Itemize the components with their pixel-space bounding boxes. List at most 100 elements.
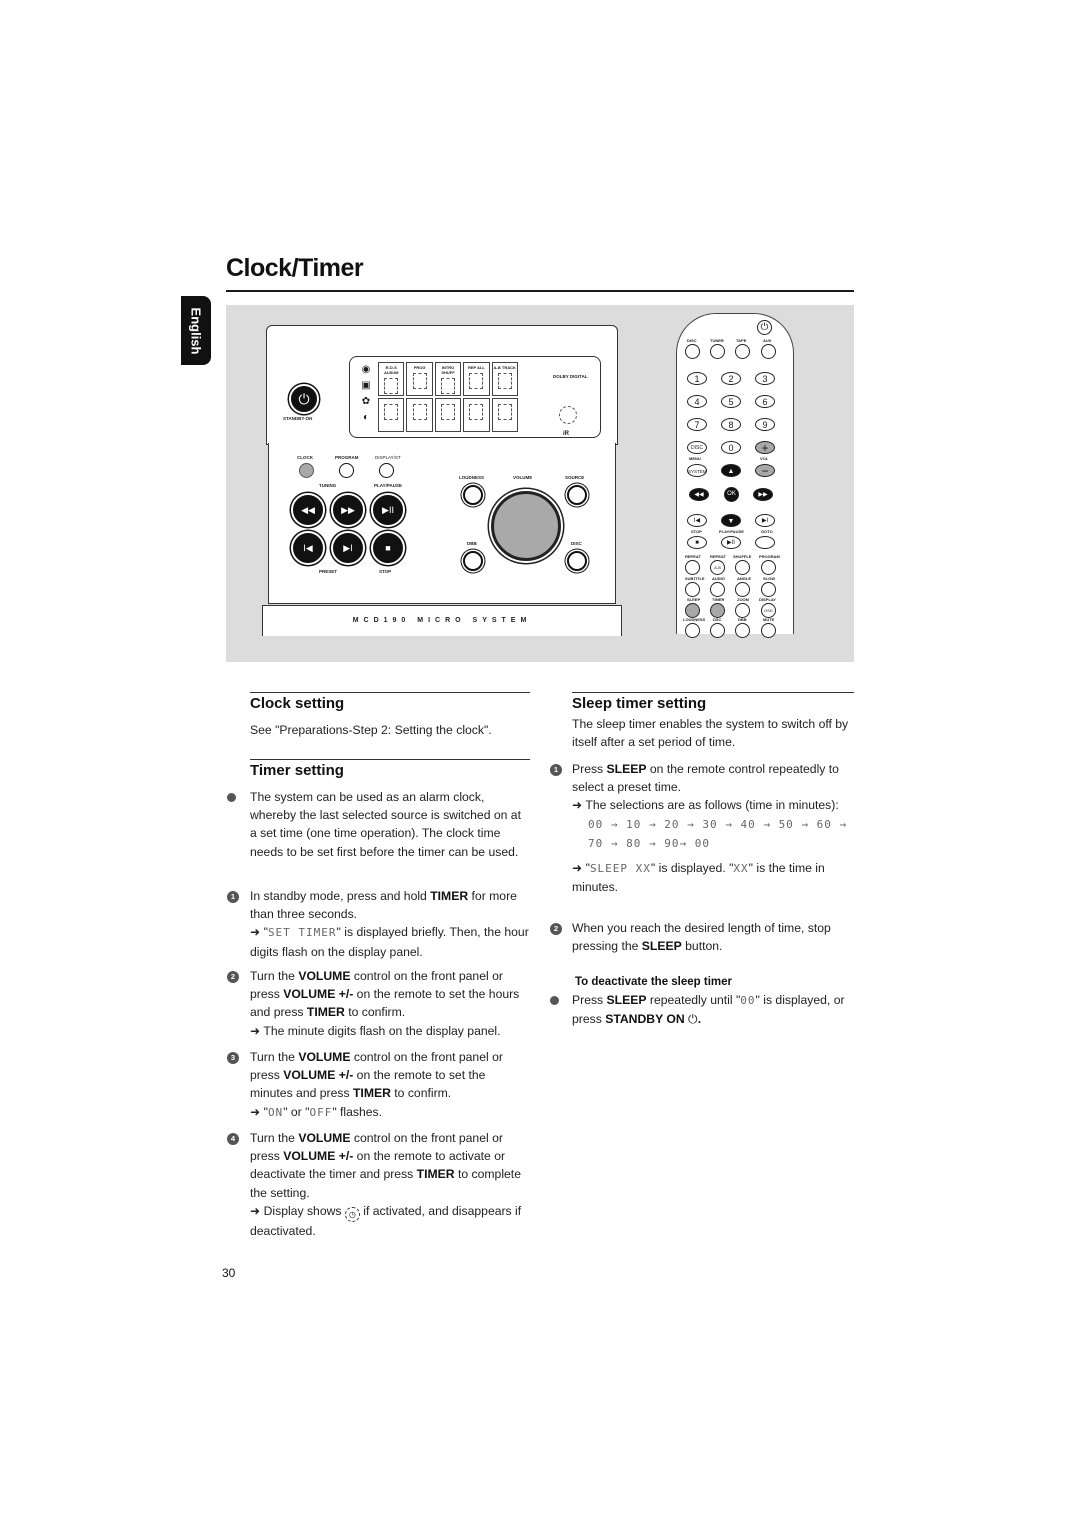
deactivate-sleep-text: Press SLEEP repeatedly until "00" is dis… — [572, 993, 845, 1027]
step-number-icon: 2 — [227, 971, 239, 983]
lcd-cell — [406, 398, 433, 432]
remote-label: REPEAT — [710, 554, 726, 559]
remote-digit-key: 5 — [721, 395, 741, 408]
remote-digit-key: 0 — [721, 441, 741, 454]
preset-label: PRESET — [319, 569, 338, 574]
lcd-text: OFF — [309, 1105, 333, 1119]
remote-label: SLOW — [763, 576, 775, 581]
remote-mute-key — [761, 623, 776, 638]
remote-label: TAPE — [736, 338, 747, 343]
remote-loudness-key — [685, 623, 700, 638]
remote-rewind-key: ◀◀ — [689, 488, 709, 501]
remote-vol-minus-key: − — [755, 464, 775, 478]
lcd-segment-grid: R-D-S ALBUM PROG INTRO SHUFF REP ALL A-B… — [378, 362, 518, 432]
remote-slow-key — [761, 582, 776, 597]
timer-intro: The system can be used as an alarm clock… — [250, 790, 521, 859]
remote-label: DBB — [738, 617, 747, 622]
remote-digit-key: 8 — [721, 418, 741, 431]
step-number-icon: 1 — [227, 891, 239, 903]
display-button — [379, 463, 394, 478]
remote-ok-key: OK — [724, 487, 739, 502]
remote-label: DISPLAY — [759, 597, 776, 602]
dbb-button — [463, 551, 483, 571]
remote-forward-key: ▶▶ — [753, 488, 773, 501]
loudness-label: LOUDNESS — [459, 475, 485, 480]
remote-repeat-ab-key: A-B — [710, 560, 725, 575]
display-bezel: ⏻ STANDBY-ON ◉ ▣ ✿ ◐ R-D-S ALBUM PROG IN… — [266, 325, 618, 445]
remote-label: SUBTITLE — [685, 576, 705, 581]
remote-audio-key — [710, 582, 725, 597]
stop-button: ■ — [371, 531, 405, 565]
section-divider — [250, 692, 530, 693]
remote-angle-key — [735, 582, 750, 597]
remote-label: SHUFFLE — [733, 554, 752, 559]
tuning-label: TUNING — [319, 483, 337, 488]
lcd-source-icons: ◉ ▣ ✿ ◐ — [355, 362, 377, 432]
standby-power-icon: ⏻ — [289, 384, 319, 414]
clock-setting-text: See "Preparations-Step 2: Setting the cl… — [250, 723, 492, 737]
page-number: 30 — [222, 1266, 236, 1280]
volume-knob — [491, 491, 561, 561]
timer-step-3: Turn the VOLUME control on the front pan… — [250, 1050, 503, 1119]
lcd-cell: R-D-S ALBUM — [378, 362, 405, 396]
remote-up-key: ▲ — [721, 464, 741, 477]
remote-digit-key: 2 — [721, 372, 741, 385]
remote-dsc-key — [710, 623, 725, 638]
product-illustration: ⏻ STANDBY-ON ◉ ▣ ✿ ◐ R-D-S ALBUM PROG IN… — [226, 305, 854, 662]
remote-label: AUDIO — [712, 576, 725, 581]
remote-label: DSC — [713, 617, 722, 622]
remote-tape-key — [735, 344, 750, 359]
remote-label: LOUDNESS — [683, 617, 706, 622]
title-divider — [226, 290, 854, 292]
remote-digit-key: 3 — [755, 372, 775, 385]
remote-digit-key: 1 — [687, 372, 707, 385]
bullet-icon — [550, 996, 559, 1005]
step-number-icon: 3 — [227, 1052, 239, 1064]
remote-tuner-key — [710, 344, 725, 359]
remote-label: TUNER — [710, 338, 724, 343]
remote-label: PLAY/PAUSE — [719, 529, 744, 534]
model-label: MCD190 MICRO SYSTEM — [352, 617, 532, 624]
remote-label: GOTO — [761, 529, 773, 534]
language-tab-label: English — [188, 307, 204, 354]
remote-digit-key: 4 — [687, 395, 707, 408]
remote-label: REPEAT — [685, 554, 701, 559]
timer-setting-heading: Timer setting — [250, 762, 344, 779]
control-panel: CLOCK PROGRAM DISPLAY/ST TUNING PLAY/PAU… — [268, 443, 616, 604]
sleep-sequence-line-1: 00 → 10 → 20 → 30 → 40 → 50 → 60 → — [588, 817, 848, 831]
remote-digit-key: 6 — [755, 395, 775, 408]
standby-label: STANDBY-ON — [283, 416, 313, 421]
display-label: DISPLAY/ST — [375, 455, 401, 460]
disc-icon: ◉ — [361, 364, 371, 375]
remote-label: AUX — [763, 338, 772, 343]
language-tab: English — [181, 296, 211, 365]
lcd-text: XX — [733, 862, 749, 876]
source-label: SOURCE — [565, 475, 585, 480]
remote-subtitle-key — [685, 582, 700, 597]
loudness-button — [463, 485, 483, 505]
dbb-label: DBB — [467, 541, 477, 546]
remote-sleep-key — [685, 603, 700, 618]
remote-next-key: ▶I — [755, 514, 775, 527]
step-number-icon: 4 — [227, 1133, 239, 1145]
timer-step-4: Turn the VOLUME control on the front pan… — [250, 1131, 522, 1238]
remote-display-osd-key: OSD — [761, 603, 776, 618]
tuner-icon: ✿ — [361, 396, 371, 407]
bullet-icon — [227, 793, 236, 802]
lcd-cell — [491, 398, 518, 432]
remote-label: STOP — [691, 529, 702, 534]
ir-label: iR — [563, 431, 569, 437]
remote-label: PROGRAM — [759, 554, 780, 559]
timer-clock-icon: ◷ — [344, 1206, 360, 1222]
sleep-step-1: Press SLEEP on the remote control repeat… — [572, 762, 848, 895]
deactivate-sleep-heading: To deactivate the sleep timer — [575, 976, 733, 988]
step-number-icon: 1 — [550, 764, 562, 776]
remote-digit-key: 7 — [687, 418, 707, 431]
timer-step-2: Turn the VOLUME control on the front pan… — [250, 969, 520, 1038]
remote-label: ANGLE — [737, 576, 751, 581]
remote-vol-plus-key: + — [755, 441, 775, 455]
remote-repeat-key — [685, 560, 700, 575]
remote-disc-key — [685, 344, 700, 359]
disc-button — [567, 551, 587, 571]
timer-step-1: In standby mode, press and hold TIMER fo… — [250, 889, 529, 959]
